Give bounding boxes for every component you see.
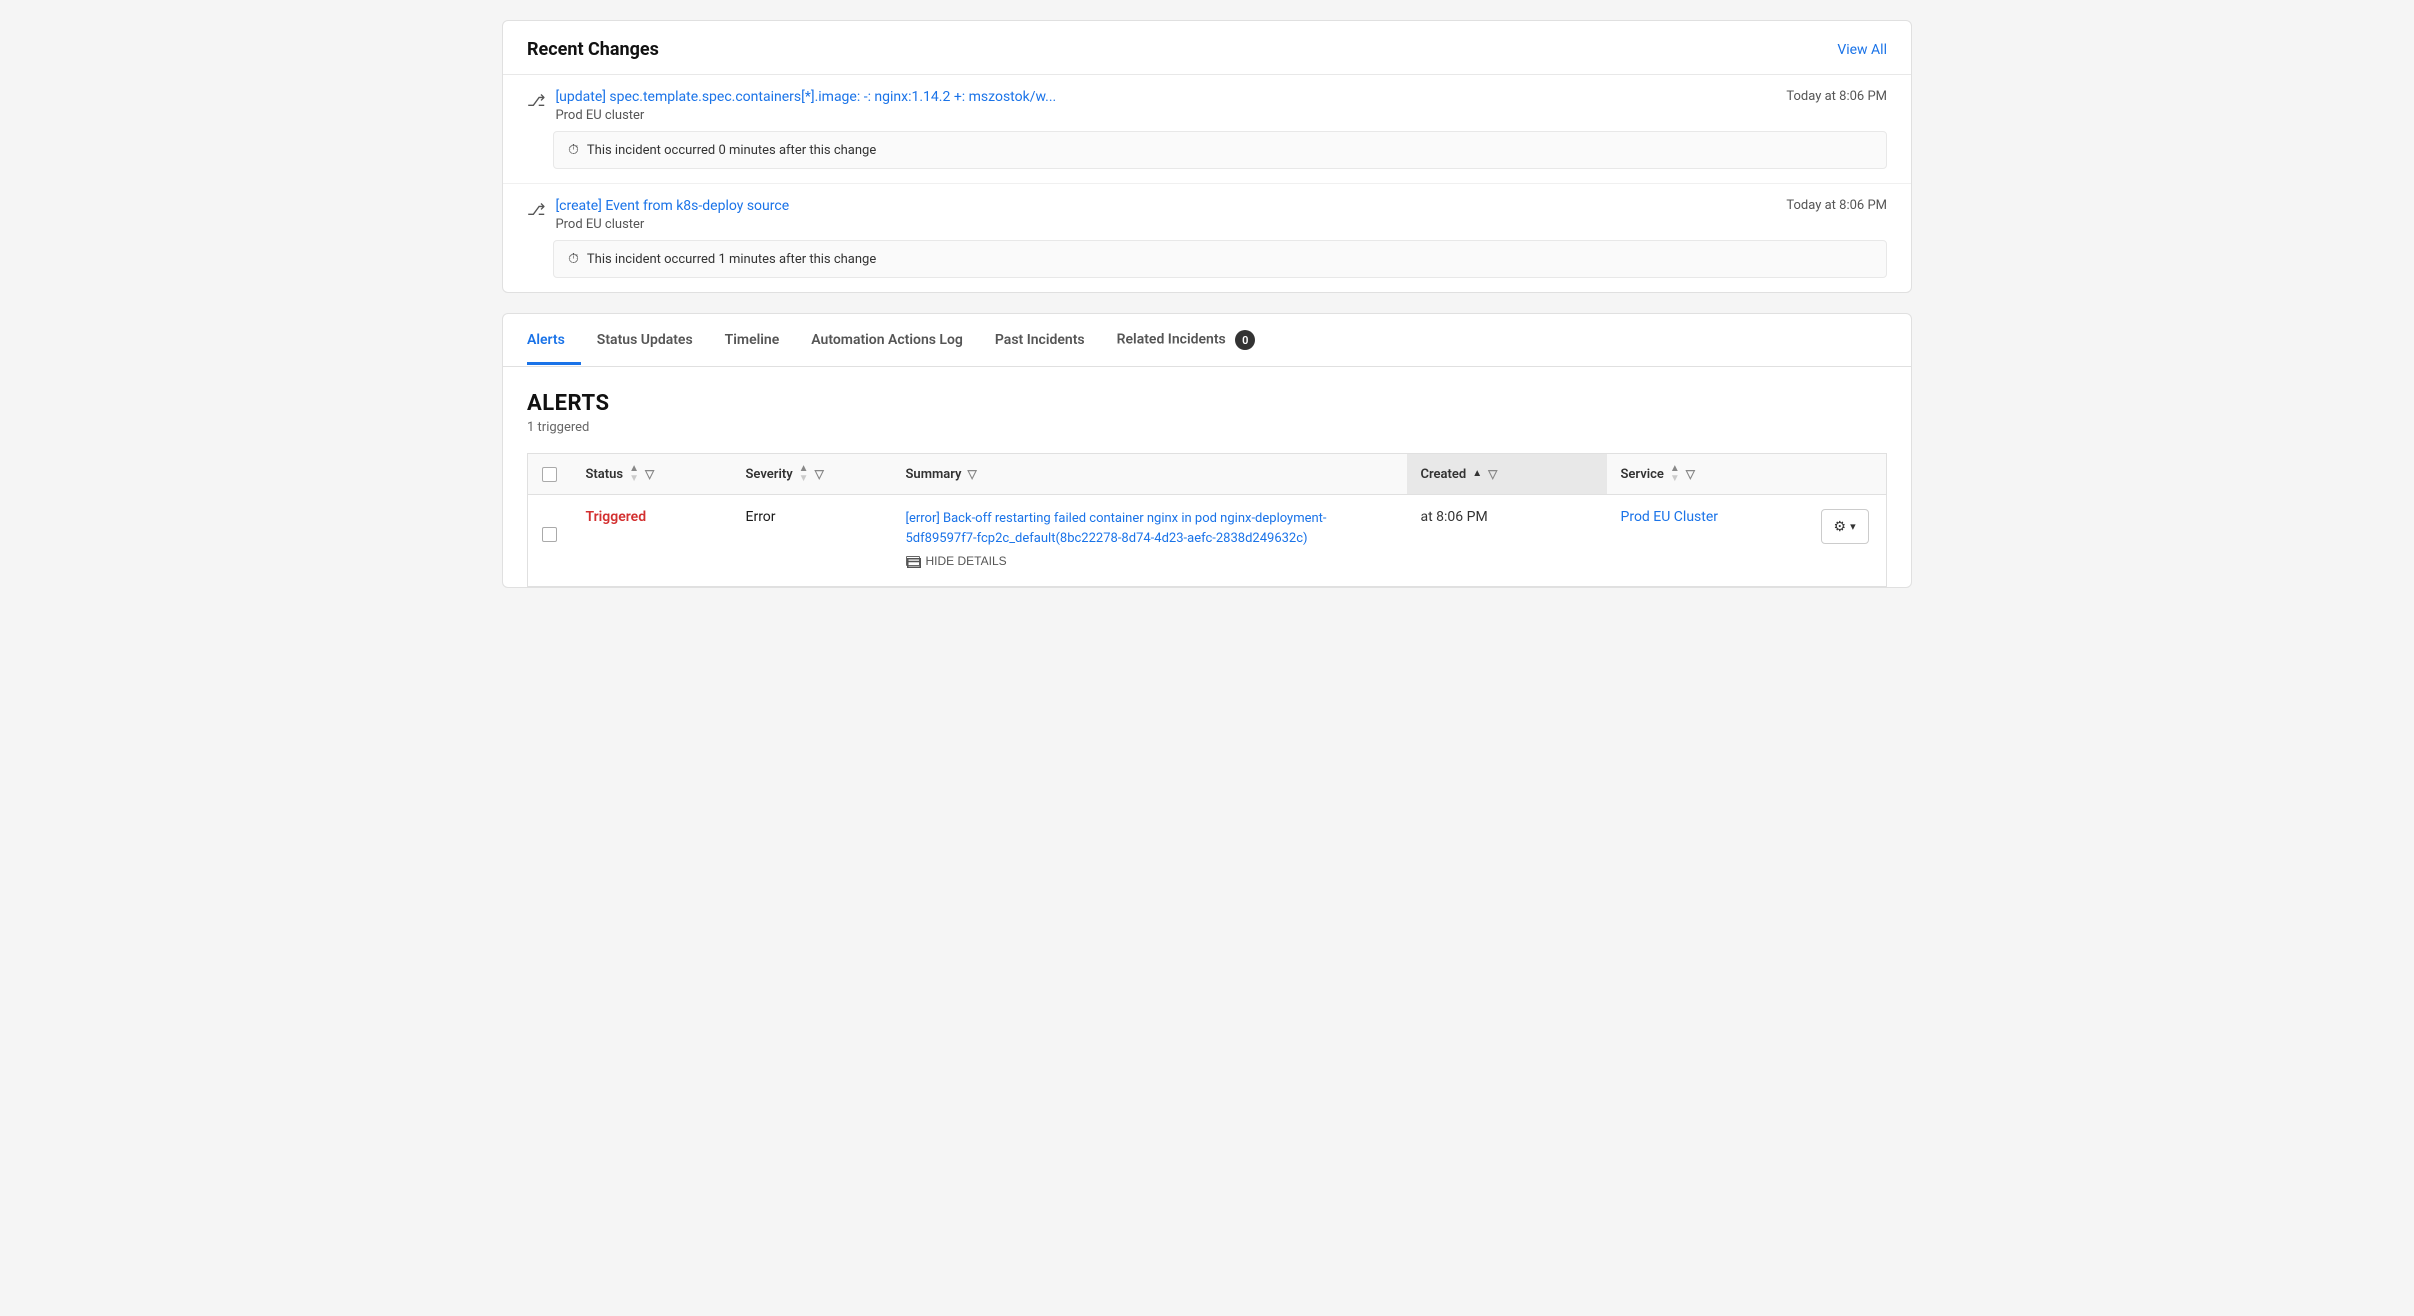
th-service-label: Service xyxy=(1621,467,1664,482)
incident-notice-text-1: This incident occurred 0 minutes after t… xyxy=(587,143,876,158)
recent-changes-card: Recent Changes View All ⎇ [update] spec.… xyxy=(502,20,1912,293)
tab-related-incidents[interactable]: Related Incidents 0 xyxy=(1101,314,1272,367)
th-severity-label: Severity xyxy=(746,467,793,482)
th-summary-label: Summary xyxy=(906,467,962,482)
clock-icon-1: ⏱ xyxy=(568,142,579,158)
actions-button[interactable]: ⚙ ▾ xyxy=(1821,509,1869,544)
select-all-checkbox[interactable] xyxy=(542,467,557,482)
alerts-section: ALERTS 1 triggered Status xyxy=(503,367,1911,587)
row-checkbox[interactable] xyxy=(542,527,557,542)
change-link-1[interactable]: [update] spec.template.spec.containers[*… xyxy=(555,89,1056,105)
git-merge-icon-2: ⎇ xyxy=(527,200,545,219)
change-item-2: ⎇ [create] Event from k8s-deploy source … xyxy=(503,184,1911,292)
th-service[interactable]: Service ▲▼ ▽ xyxy=(1607,454,1807,495)
change-cluster-1: Prod EU cluster xyxy=(555,108,644,123)
summary-link[interactable]: [error] Back-off restarting failed conta… xyxy=(906,509,1393,548)
change-link-2[interactable]: [create] Event from k8s-deploy source xyxy=(555,198,789,214)
gear-icon: ⚙ xyxy=(1834,518,1847,535)
th-created[interactable]: Created ▲ ▽ xyxy=(1407,454,1607,495)
hide-details-button[interactable]: HIDE DETAILS xyxy=(906,554,1007,568)
chevron-down-icon: ▾ xyxy=(1850,520,1856,533)
incident-notice-2: ⏱ This incident occurred 1 minutes after… xyxy=(553,240,1887,278)
status-sort-icon[interactable]: ▲▼ xyxy=(629,464,639,484)
view-all-link[interactable]: View All xyxy=(1837,42,1887,58)
td-severity: Error xyxy=(732,495,892,587)
change-cluster-2: Prod EU cluster xyxy=(555,217,644,232)
td-actions: ⚙ ▾ xyxy=(1807,495,1887,587)
th-created-label: Created xyxy=(1421,467,1467,482)
tab-timeline[interactable]: Timeline xyxy=(709,316,796,365)
tabs-card: Alerts Status Updates Timeline Automatio… xyxy=(502,313,1912,588)
recent-changes-header: Recent Changes View All xyxy=(503,21,1911,75)
th-severity[interactable]: Severity ▲▼ ▽ xyxy=(732,454,892,495)
alerts-heading: ALERTS xyxy=(527,391,1887,416)
related-incidents-badge: 0 xyxy=(1235,330,1255,350)
td-status: Triggered xyxy=(572,495,732,587)
service-filter-icon[interactable]: ▽ xyxy=(1686,467,1695,481)
status-badge: Triggered xyxy=(586,509,647,525)
tabs-nav: Alerts Status Updates Timeline Automatio… xyxy=(503,314,1911,367)
tab-alerts[interactable]: Alerts xyxy=(527,316,581,365)
incident-notice-1: ⏱ This incident occurred 0 minutes after… xyxy=(553,131,1887,169)
created-value: at 8:06 PM xyxy=(1421,509,1488,525)
change-item-1: ⎇ [update] spec.template.spec.containers… xyxy=(503,75,1911,184)
status-filter-icon[interactable]: ▽ xyxy=(645,467,654,481)
th-status[interactable]: Status ▲▼ ▽ xyxy=(572,454,732,495)
th-actions xyxy=(1807,454,1887,495)
clock-icon-2: ⏱ xyxy=(568,251,579,267)
hide-details-icon xyxy=(906,556,920,566)
tab-related-incidents-label: Related Incidents xyxy=(1117,332,1226,348)
td-summary: [error] Back-off restarting failed conta… xyxy=(892,495,1407,587)
tab-status-updates[interactable]: Status Updates xyxy=(581,316,709,365)
td-service: Prod EU Cluster xyxy=(1607,495,1807,587)
th-status-label: Status xyxy=(586,467,624,482)
created-filter-icon[interactable]: ▽ xyxy=(1488,467,1497,481)
th-checkbox xyxy=(528,454,572,495)
service-sort-icon[interactable]: ▲▼ xyxy=(1670,464,1680,484)
recent-changes-title: Recent Changes xyxy=(527,39,659,60)
severity-value: Error xyxy=(746,509,776,525)
created-sort-icon[interactable]: ▲ xyxy=(1472,469,1482,479)
td-created: at 8:06 PM xyxy=(1407,495,1607,587)
tab-past-incidents[interactable]: Past Incidents xyxy=(979,316,1101,365)
change-time-2: Today at 8:06 PM xyxy=(1786,198,1887,213)
summary-filter-icon[interactable]: ▽ xyxy=(968,467,977,481)
severity-sort-icon[interactable]: ▲▼ xyxy=(799,464,809,484)
alerts-table: Status ▲▼ ▽ Severity ▲▼ xyxy=(527,453,1887,587)
alerts-subheading: 1 triggered xyxy=(527,420,1887,435)
service-link[interactable]: Prod EU Cluster xyxy=(1621,509,1719,525)
alerts-table-head: Status ▲▼ ▽ Severity ▲▼ xyxy=(528,454,1887,495)
change-time-1: Today at 8:06 PM xyxy=(1786,89,1887,104)
td-checkbox xyxy=(528,495,572,587)
hide-details-label: HIDE DETAILS xyxy=(926,554,1007,568)
severity-filter-icon[interactable]: ▽ xyxy=(815,467,824,481)
alerts-table-body: Triggered Error [error] Back-off restart… xyxy=(528,495,1887,587)
incident-notice-text-2: This incident occurred 1 minutes after t… xyxy=(587,252,876,267)
th-summary[interactable]: Summary ▽ xyxy=(892,454,1407,495)
table-row: Triggered Error [error] Back-off restart… xyxy=(528,495,1887,587)
tab-automation-actions-log[interactable]: Automation Actions Log xyxy=(795,316,979,365)
git-merge-icon-1: ⎇ xyxy=(527,91,545,110)
